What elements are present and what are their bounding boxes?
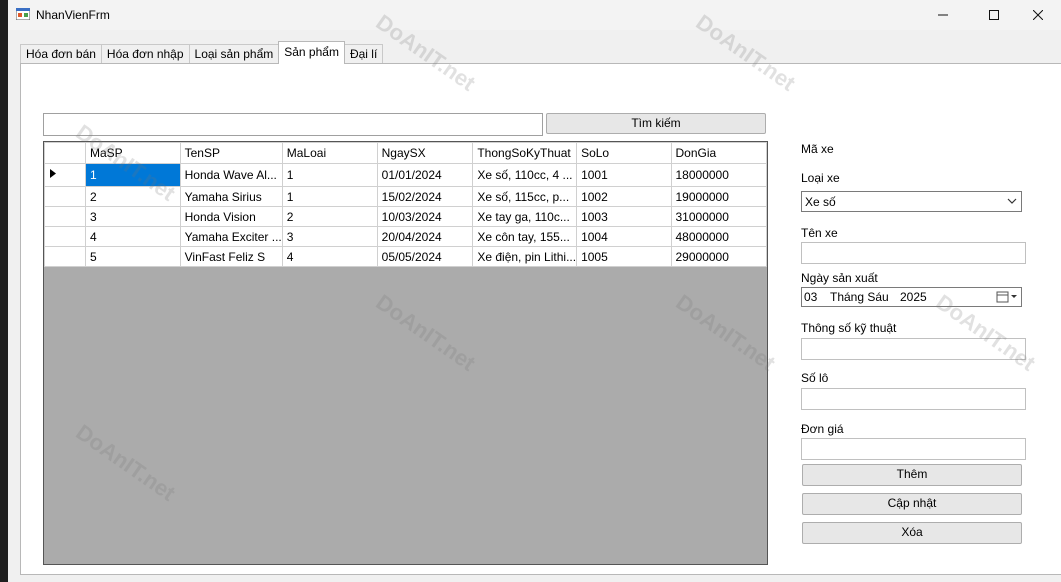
- grid-cell[interactable]: Xe tay ga, 110c...: [472, 206, 578, 227]
- loai-xe-label: Loại xe: [801, 171, 840, 185]
- grid-cell[interactable]: 1002: [576, 186, 672, 207]
- grid-cell[interactable]: 5: [85, 246, 181, 267]
- grid-cell[interactable]: 1: [281, 186, 378, 207]
- tab-hoa-don-nhap[interactable]: Hóa đơn nhập: [100, 44, 190, 64]
- grid-cell[interactable]: 1001: [576, 163, 672, 187]
- minimize-icon: [938, 14, 948, 16]
- column-header-tensp[interactable]: TenSP: [179, 142, 283, 164]
- grid-corner-header: [44, 142, 86, 164]
- calendar-icon[interactable]: [996, 290, 1018, 303]
- don-gia-input[interactable]: [801, 438, 1026, 460]
- close-button[interactable]: [1015, 0, 1061, 30]
- grid-cell[interactable]: 10/03/2024: [376, 206, 474, 227]
- ngay-sx-label: Ngày sản xuất: [801, 271, 878, 285]
- loai-xe-value: Xe số: [805, 195, 836, 209]
- table-row[interactable]: 4 Yamaha Exciter ... 3 20/04/2024 Xe côn…: [44, 226, 767, 247]
- ngay-sx-datepicker[interactable]: 03 Tháng Sáu 2025: [801, 287, 1022, 307]
- main-window: NhanVienFrm Hóa đơn bán Hóa đơn nhập Loạ…: [8, 0, 1061, 582]
- grid-cell[interactable]: 19000000: [670, 186, 767, 207]
- grid-cell[interactable]: 4: [85, 226, 181, 247]
- table-row[interactable]: 3 Honda Vision 2 10/03/2024 Xe tay ga, 1…: [44, 206, 767, 227]
- column-header-ngaysx[interactable]: NgaySX: [376, 142, 474, 164]
- tab-loai-san-pham[interactable]: Loại sản phẩm: [188, 44, 280, 64]
- title-bar: NhanVienFrm: [8, 0, 1061, 30]
- tab-strip: Hóa đơn bán Hóa đơn nhập Loại sản phẩm S…: [20, 41, 384, 64]
- grid-cell[interactable]: 1004: [576, 226, 672, 247]
- grid-cell[interactable]: Honda Wave Al...: [179, 163, 283, 187]
- search-button[interactable]: Tìm kiếm: [546, 113, 766, 134]
- grid-cell[interactable]: 3: [281, 226, 378, 247]
- grid-cell[interactable]: Xe số, 115cc, p...: [472, 186, 578, 207]
- grid-cell[interactable]: 29000000: [670, 246, 767, 267]
- grid-cell[interactable]: 48000000: [670, 226, 767, 247]
- thong-so-label: Thông số kỹ thuật: [801, 321, 897, 335]
- maximize-icon: [989, 10, 999, 20]
- grid-cell[interactable]: 18000000: [670, 163, 767, 187]
- tab-panel-san-pham: Tìm kiếm MaSP TenSP MaLoai NgaySX ThongS…: [20, 63, 1061, 575]
- so-lo-input[interactable]: [801, 388, 1026, 410]
- window-title: NhanVienFrm: [36, 8, 110, 22]
- grid-cell[interactable]: 2: [281, 206, 378, 227]
- grid-cell[interactable]: Yamaha Exciter ...: [179, 226, 283, 247]
- ten-xe-input[interactable]: [801, 242, 1026, 264]
- column-header-solo[interactable]: SoLo: [576, 142, 672, 164]
- grid-cell[interactable]: 1003: [576, 206, 672, 227]
- products-table: MaSP TenSP MaLoai NgaySX ThongSoKyThuat …: [44, 142, 767, 267]
- grid-cell[interactable]: 3: [85, 206, 181, 227]
- ma-xe-label: Mã xe: [801, 142, 834, 156]
- grid-cell[interactable]: Xe số, 110cc, 4 ...: [472, 163, 578, 187]
- search-input[interactable]: [43, 113, 543, 136]
- products-grid[interactable]: MaSP TenSP MaLoai NgaySX ThongSoKyThuat …: [43, 141, 768, 565]
- column-header-masp[interactable]: MaSP: [85, 142, 181, 164]
- tab-dai-li[interactable]: Đại lí: [343, 44, 384, 64]
- grid-cell[interactable]: VinFast Feliz S: [179, 246, 283, 267]
- column-header-thongsokythuat[interactable]: ThongSoKyThuat: [472, 142, 578, 164]
- grid-cell[interactable]: 1005: [576, 246, 672, 267]
- xoa-button[interactable]: Xóa: [802, 522, 1022, 544]
- date-year[interactable]: 2025: [900, 290, 927, 304]
- maximize-button[interactable]: [971, 0, 1017, 30]
- current-row-arrow-icon: [50, 169, 56, 178]
- chevron-down-icon: [1007, 198, 1017, 204]
- date-day[interactable]: 03: [804, 290, 817, 304]
- date-month[interactable]: Tháng Sáu: [830, 290, 889, 304]
- ten-xe-label: Tên xe: [801, 226, 838, 240]
- grid-cell[interactable]: 2: [85, 186, 181, 207]
- table-row[interactable]: 5 VinFast Feliz S 4 05/05/2024 Xe điện, …: [44, 246, 767, 267]
- close-icon: [1033, 10, 1043, 20]
- grid-cell[interactable]: Yamaha Sirius: [179, 186, 283, 207]
- row-header[interactable]: [44, 186, 86, 207]
- table-row[interactable]: 2 Yamaha Sirius 1 15/02/2024 Xe số, 115c…: [44, 186, 767, 207]
- grid-cell[interactable]: Xe côn tay, 155...: [472, 226, 578, 247]
- grid-cell[interactable]: 1: [281, 163, 378, 187]
- column-header-maloai[interactable]: MaLoai: [281, 142, 378, 164]
- so-lo-label: Số lô: [801, 371, 829, 385]
- loai-xe-select[interactable]: Xe số: [801, 191, 1022, 212]
- column-header-dongia[interactable]: DonGia: [670, 142, 767, 164]
- tab-san-pham[interactable]: Sản phẩm: [278, 41, 345, 64]
- row-header[interactable]: [44, 226, 86, 247]
- table-row[interactable]: 1 Honda Wave Al... 1 01/01/2024 Xe số, 1…: [44, 163, 767, 187]
- grid-cell[interactable]: Xe điện, pin Lithi...: [472, 246, 578, 267]
- thong-so-input[interactable]: [801, 338, 1026, 360]
- tab-hoa-don-ban[interactable]: Hóa đơn bán: [20, 44, 102, 64]
- app-icon: [16, 8, 30, 20]
- minimize-button[interactable]: [920, 0, 966, 30]
- grid-cell[interactable]: 31000000: [670, 206, 767, 227]
- grid-cell[interactable]: 20/04/2024: [376, 226, 474, 247]
- row-header[interactable]: [44, 163, 86, 187]
- grid-cell[interactable]: 4: [281, 246, 378, 267]
- cap-nhat-button[interactable]: Cập nhật: [802, 493, 1022, 515]
- row-header[interactable]: [44, 246, 86, 267]
- row-header[interactable]: [44, 206, 86, 227]
- grid-cell[interactable]: Honda Vision: [179, 206, 283, 227]
- grid-cell[interactable]: 01/01/2024: [376, 163, 474, 187]
- grid-cell[interactable]: 1: [85, 163, 181, 187]
- don-gia-label: Đơn giá: [801, 422, 844, 436]
- grid-cell[interactable]: 15/02/2024: [376, 186, 474, 207]
- grid-cell[interactable]: 05/05/2024: [376, 246, 474, 267]
- them-button[interactable]: Thêm: [802, 464, 1022, 486]
- grid-header-row: MaSP TenSP MaLoai NgaySX ThongSoKyThuat …: [44, 142, 767, 164]
